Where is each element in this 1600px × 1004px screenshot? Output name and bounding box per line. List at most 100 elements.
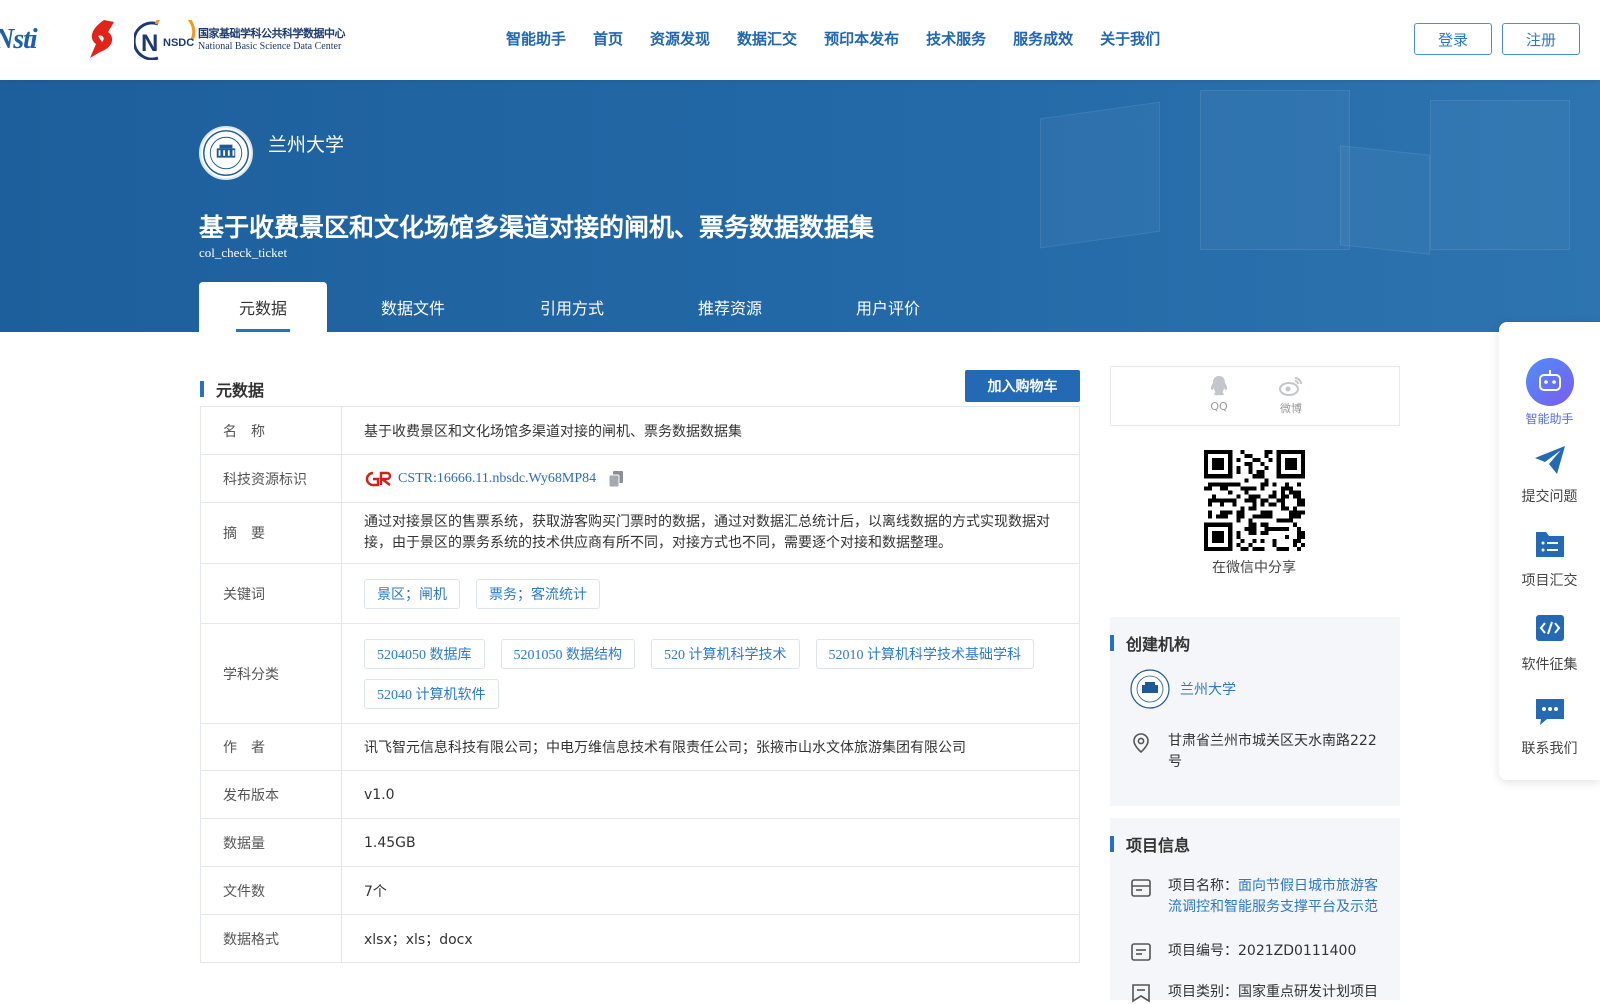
- subject-tag[interactable]: 5201050 数据结构: [500, 638, 635, 669]
- keyword-tags: 景区；闸机 票务；客流统计: [342, 564, 1079, 623]
- table-row: 关键词 景区；闸机 票务；客流统计: [201, 564, 1079, 624]
- subject-tags: 5204050 数据库 5201050 数据结构 520 计算机科学技术 520…: [342, 624, 1079, 723]
- add-to-cart-button[interactable]: 加入购物车: [965, 370, 1080, 402]
- nsti-logo-text: Nsti: [0, 24, 38, 55]
- nav-about[interactable]: 关于我们: [1100, 28, 1160, 49]
- keyword-tag[interactable]: 景区；闸机: [364, 578, 460, 609]
- chat-bubble-icon: [1535, 699, 1564, 725]
- tab-reviews[interactable]: 用户评价: [815, 282, 961, 332]
- top-navigation-bar: Nsti N NSDC 国家基础学科公共科学数据中心 National Basi…: [0, 0, 1600, 80]
- lanzhou-university-logo: [199, 126, 253, 180]
- row-label: 摘 要: [201, 503, 342, 563]
- cstr-logo-icon: [365, 471, 392, 486]
- table-row: 摘 要 通过对接景区的售票系统，获取游客购买门票时的数据，通过对数据汇总统计后，…: [201, 503, 1079, 564]
- heading-accent-bar: [200, 381, 204, 397]
- creator-institution: 兰州大学: [1130, 669, 1380, 709]
- qq-icon: [1210, 376, 1228, 396]
- row-label: 数据量: [201, 819, 342, 866]
- project-heading: 项目信息: [1110, 832, 1190, 856]
- nav-tech-services[interactable]: 技术服务: [926, 28, 986, 49]
- creator-card: 创建机构 兰州大学 甘肃省兰州市城关区天水南路222号: [1110, 617, 1400, 806]
- nav-ai-assistant[interactable]: 智能助手: [506, 28, 566, 49]
- tab-citation[interactable]: 引用方式: [499, 282, 645, 332]
- float-software-collection[interactable]: 软件征集: [1499, 612, 1600, 674]
- subject-tag[interactable]: 52010 计算机科学技术基础学科: [815, 638, 1034, 669]
- cstr-identifier-link[interactable]: CSTR:16666.11.nbsdc.Wy68MP84: [398, 471, 596, 487]
- robot-icon: [1525, 358, 1574, 406]
- float-project-label: 项目汇交: [1521, 573, 1578, 589]
- svg-text:NSDC: NSDC: [163, 37, 194, 49]
- banner-decoration: [1430, 100, 1570, 250]
- project-card-icon: [1131, 879, 1151, 897]
- row-value: 通过对接景区的售票系统，获取游客购买门票时的数据，通过对数据汇总统计后，以离线数…: [364, 514, 1050, 551]
- subject-tag[interactable]: 520 计算机科学技术: [651, 638, 800, 669]
- creator-institution-link[interactable]: 兰州大学: [1180, 679, 1236, 699]
- table-row: 科技资源标识 CSTR:16666.11.nbsdc.Wy68MP84: [201, 455, 1079, 503]
- bookmark-icon: [1132, 984, 1150, 1003]
- subject-tag[interactable]: 52040 计算机软件: [364, 678, 499, 709]
- share-box: QQ 微博: [1110, 366, 1400, 426]
- project-category-text: 项目类别：国家重点研发计划项目: [1168, 984, 1378, 1000]
- row-value: 7个: [364, 883, 387, 900]
- dataset-header-banner: 兰州大学 基于收费景区和文化场馆多渠道对接的闸机、票务数据数据集 col_che…: [0, 80, 1600, 332]
- banner-decoration: [1200, 90, 1350, 250]
- nsti-logo[interactable]: Nsti: [0, 18, 66, 62]
- nsdc-logo[interactable]: N NSDC 国家基础学科公共科学数据中心 National Basic Sci…: [134, 20, 346, 60]
- subject-tag[interactable]: 5204050 数据库: [364, 638, 485, 669]
- tab-data-files[interactable]: 数据文件: [327, 282, 499, 332]
- code-icon: [1535, 615, 1564, 641]
- share-weibo-button[interactable]: 微博: [1271, 375, 1311, 416]
- nav-service-results[interactable]: 服务成效: [1013, 28, 1073, 49]
- table-row: 学科分类 5204050 数据库 5201050 数据结构 520 计算机科学技…: [201, 624, 1079, 724]
- project-title: 项目信息: [1126, 836, 1191, 855]
- float-ai-label: 智能助手: [1525, 412, 1574, 426]
- table-row: 发布版本 v1.0: [201, 771, 1079, 819]
- float-project-submission[interactable]: 项目汇交: [1499, 528, 1600, 590]
- row-value: 讯飞智元信息科技有限公司；中电万维信息技术有限责任公司；张掖市山水文体旅游集团有…: [364, 740, 966, 756]
- float-ai-assistant[interactable]: 智能助手: [1499, 358, 1600, 427]
- row-label: 发布版本: [201, 771, 342, 818]
- share-qq-button[interactable]: QQ: [1199, 375, 1239, 413]
- keyword-tag[interactable]: 票务；客流统计: [476, 578, 600, 609]
- float-submit-question[interactable]: 提交问题: [1499, 444, 1600, 506]
- institution-name[interactable]: 兰州大学: [268, 130, 344, 157]
- row-value: 1.45GB: [364, 834, 416, 851]
- nav-home[interactable]: 首页: [593, 28, 623, 49]
- dataset-tabs: 元数据 数据文件 引用方式 推荐资源 用户评价: [199, 282, 961, 332]
- row-label: 科技资源标识: [201, 455, 342, 502]
- tab-recommended[interactable]: 推荐资源: [645, 282, 815, 332]
- row-value: xlsx；xls；docx: [364, 931, 473, 948]
- row-value: 基于收费景区和文化场馆多渠道对接的闸机、票务数据数据集: [364, 423, 742, 440]
- row-label: 作 者: [201, 724, 342, 770]
- register-button[interactable]: 注册: [1502, 23, 1580, 55]
- logo-group: Nsti N NSDC 国家基础学科公共科学数据中心 National Basi…: [0, 18, 346, 62]
- nsdc-name-cn: 国家基础学科公共科学数据中心: [198, 27, 346, 41]
- tab-metadata[interactable]: 元数据: [199, 282, 327, 332]
- row-label: 名 称: [201, 407, 342, 454]
- red-emblem-logo[interactable]: [82, 18, 122, 62]
- project-card: 项目信息 项目名称：面向节假日城市旅游客流调控和智能服务支撑平台及示范 项目编号…: [1110, 818, 1400, 1003]
- table-row: 作 者 讯飞智元信息科技有限公司；中电万维信息技术有限责任公司；张掖市山水文体旅…: [201, 724, 1079, 771]
- nav-resource-discovery[interactable]: 资源发现: [650, 28, 710, 49]
- row-label: 关键词: [201, 564, 342, 623]
- banner-decoration: [1340, 145, 1430, 255]
- creator-title: 创建机构: [1126, 635, 1191, 654]
- project-category: 项目类别：国家重点研发计划项目: [1130, 981, 1380, 1004]
- copy-icon[interactable]: [608, 470, 624, 488]
- float-submit-label: 提交问题: [1521, 489, 1578, 505]
- banner-decoration: [1040, 101, 1160, 249]
- floating-toolbar: 智能助手 提交问题 项目汇交 软件征集 联系我们: [1499, 322, 1600, 780]
- cstr-cell: CSTR:16666.11.nbsdc.Wy68MP84: [342, 455, 1079, 502]
- float-contact-us[interactable]: 联系我们: [1499, 696, 1600, 758]
- table-row: 数据格式 xlsx；xls；docx: [201, 915, 1079, 963]
- table-row: 文件数 7个: [201, 867, 1079, 915]
- nav-preprint[interactable]: 预印本发布: [824, 28, 899, 49]
- creator-address: 甘肃省兰州市城关区天水南路222号: [1130, 731, 1380, 773]
- nav-data-submission[interactable]: 数据汇交: [737, 28, 797, 49]
- location-pin-icon: [1133, 733, 1149, 754]
- folder-list-icon: [1535, 532, 1564, 557]
- float-contact-label: 联系我们: [1521, 741, 1578, 757]
- table-row: 名 称 基于收费景区和文化场馆多渠道对接的闸机、票务数据数据集: [201, 407, 1079, 455]
- dataset-code: col_check_ticket: [199, 245, 288, 260]
- login-button[interactable]: 登录: [1414, 23, 1492, 55]
